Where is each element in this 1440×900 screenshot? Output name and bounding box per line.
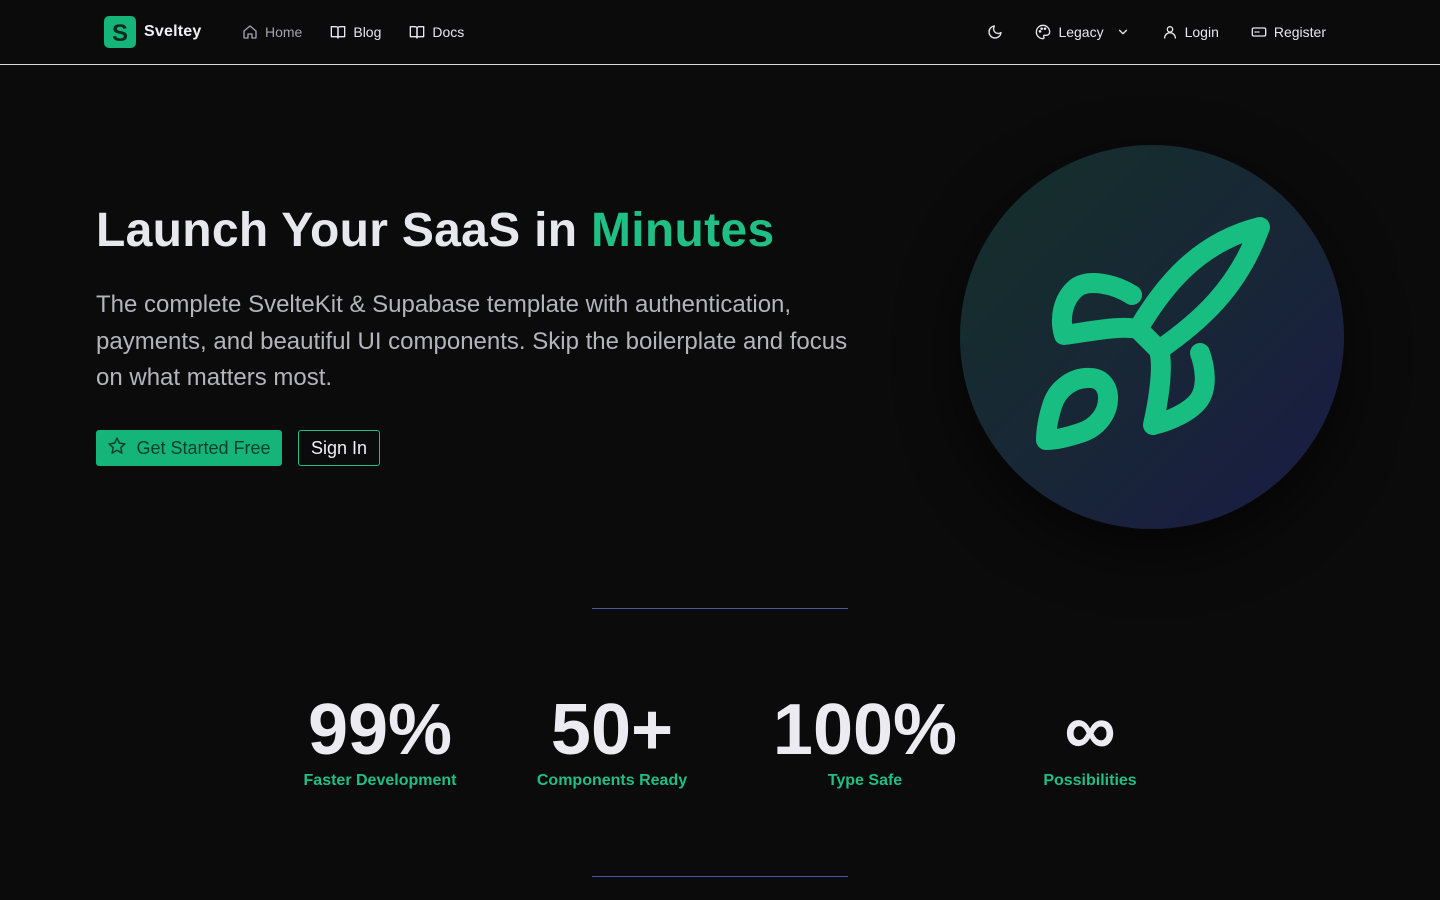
hero-title: Launch Your SaaS in Minutes [96,203,774,258]
user-icon [1162,24,1178,40]
primary-nav: Home Blog Docs [242,20,464,44]
moon-icon [987,24,1003,40]
stat-value: 100% [772,690,958,770]
stat-label: Components Ready [536,772,688,789]
stat-possibilities: ∞ Possibilities [990,690,1190,790]
nav-register[interactable]: Register [1251,24,1326,40]
nav-docs-label: Docs [432,24,465,40]
get-started-label: Get Started Free [136,437,271,458]
svg-text:S: S [112,20,128,47]
divider-bottom [592,876,848,877]
chevron-down-icon [1116,25,1130,39]
home-icon [242,24,258,40]
hero-title-main: Launch Your SaaS in [96,204,591,257]
theme-mode-toggle[interactable] [987,24,1003,40]
nav-home[interactable]: Home [242,24,302,40]
stat-faster-development: 99% Faster Development [280,690,480,790]
stat-components-ready: 50+ Components Ready [512,690,712,790]
nav-login[interactable]: Login [1162,24,1219,40]
rocket-icon [1036,217,1270,450]
stat-type-safe: 100% Type Safe [750,690,980,790]
book-icon [409,24,425,40]
navbar: S Sveltey Home Blog Docs Legacy Login Re… [0,0,1440,65]
brand-logo: S [104,16,136,48]
stat-label: Possibilities [1043,772,1137,789]
theme-selector[interactable]: Legacy [1035,24,1129,40]
stat-value: 99% [307,690,453,770]
hero-subtitle: The complete SvelteKit & Supabase templa… [96,291,848,391]
nav-blog[interactable]: Blog [330,24,381,40]
nav-home-label: Home [265,24,303,40]
secondary-nav: Legacy Login Register [987,20,1326,44]
palette-icon [1035,24,1051,40]
divider-top [592,608,848,609]
nav-docs[interactable]: Docs [409,24,464,40]
theme-selector-label: Legacy [1058,24,1104,40]
brand-link[interactable]: S Sveltey [104,16,201,48]
stat-label: Type Safe [827,772,903,789]
hero-illustration [960,145,1344,529]
star-icon [107,436,127,461]
nav-login-label: Login [1184,24,1219,40]
get-started-button[interactable]: Get Started Free [96,430,282,466]
stat-label: Faster Development [303,772,457,789]
hero-title-accent: Minutes [591,204,775,257]
book-icon [330,24,346,40]
sign-in-button[interactable]: Sign In [298,430,380,466]
brand-name: Sveltey [144,23,202,40]
card-icon [1251,24,1267,40]
nav-register-label: Register [1273,24,1326,40]
stat-value: 50+ [550,690,674,770]
nav-blog-label: Blog [353,24,382,40]
stat-value: ∞ [1064,690,1116,770]
